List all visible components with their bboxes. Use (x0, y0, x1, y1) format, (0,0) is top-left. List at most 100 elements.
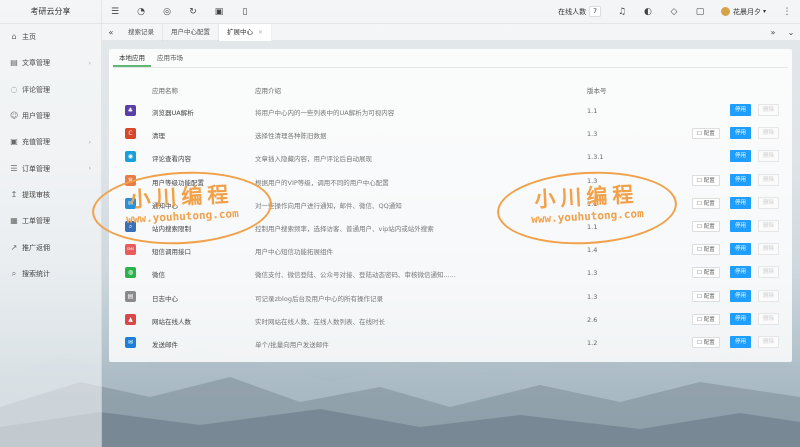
sidebar-item-label: 订单管理 (22, 164, 50, 173)
config-label: 配置 (703, 247, 715, 254)
tab-0[interactable]: 搜索记录 (120, 23, 163, 41)
tab-label: 扩展中心 (227, 27, 253, 36)
menu-toggle-icon[interactable]: ☰ (102, 7, 128, 17)
config-button[interactable]: ☐ 配置 (692, 220, 720, 232)
header-desc: 应用介绍 (255, 87, 281, 95)
tab-2[interactable]: 扩展中心 × (219, 23, 273, 41)
delete-button[interactable]: 删除 (758, 219, 779, 232)
app-version: 1.3 (587, 130, 598, 139)
table-row: C 清理 选择性清理各种陈旧数据 1.3 ☐ 配置 停用 删除 (109, 122, 792, 145)
config-button[interactable]: ☐ 配置 (692, 128, 720, 140)
disable-button[interactable]: 停用 (730, 104, 751, 116)
delete-button[interactable]: 删除 (758, 243, 779, 256)
config-button[interactable]: ☐ 配置 (692, 267, 720, 279)
avatar (720, 7, 730, 16)
app-version: 1.3 (587, 269, 598, 278)
sidebar-item-comment[interactable]: ◌ 评论管理 (0, 77, 101, 103)
tabs-scroll-right-icon[interactable]: » (764, 28, 782, 37)
sidebar-item-promotion[interactable]: ↗ 推广返佣 (0, 234, 101, 260)
delete-button[interactable]: 删除 (758, 150, 779, 163)
header-right: 在线人数 7 ♫ ◐ ◇ ▢ 花晨月夕 ▾ ⋮ (550, 0, 800, 24)
table-header: 应用名称 应用介绍 版本号 (109, 85, 792, 97)
config-button[interactable]: ☐ 配置 (692, 290, 720, 302)
disable-button[interactable]: 停用 (730, 127, 751, 140)
sidebar-item-user[interactable]: ☺ 用户管理 (0, 103, 101, 129)
disable-button[interactable]: 停用 (730, 196, 751, 209)
sidebar-item-ticket[interactable]: ▦ 工单管理 (0, 208, 101, 234)
delete-button[interactable]: 删除 (758, 127, 779, 140)
sidebar-item-label: 推广返佣 (22, 243, 50, 252)
config-label: 配置 (703, 270, 715, 277)
tabs-scroll-left-icon[interactable]: « (102, 28, 120, 37)
app-icon: C (125, 128, 136, 140)
dashboard-icon[interactable]: ◔ (128, 7, 154, 17)
config-icon: ☐ (697, 247, 704, 254)
tab-label: 搜索记录 (128, 27, 154, 36)
tab-1[interactable]: 用户中心配置 (163, 23, 219, 41)
delete-button[interactable]: 删除 (758, 196, 779, 209)
user-menu[interactable]: 花晨月夕 ▾ (713, 7, 774, 17)
brand-title[interactable]: 考研云分享 (0, 0, 101, 24)
bell-icon[interactable]: ♫ (609, 7, 635, 17)
config-button[interactable]: ☐ 配置 (692, 336, 720, 348)
sidebar-item-search-stats[interactable]: ⌕ 搜索统计 (0, 261, 101, 287)
sidebar-item-order[interactable]: ☰ 订单管理 › (0, 155, 101, 181)
tab-bar: « 搜索记录 用户中心配置 扩展中心 × » ⌄ (102, 23, 800, 41)
table-row: ◍ 微信 微信支付、微信登陆、公众号对接、登陆动态密码、审核微信通知...... 1.… (109, 261, 792, 284)
disable-button[interactable]: 停用 (730, 312, 751, 325)
config-button[interactable]: ☐ 配置 (692, 197, 720, 209)
sidebar-menu: ⌂ 主页 ▤ 文章管理 › ◌ 评论管理 ☺ 用户管理 ▣ 充值管理 › ☰ 订单管理 › ↥ 提现审核 ▦ 工单管… (0, 24, 101, 287)
disable-button[interactable]: 停用 (730, 219, 751, 232)
subtab-local-apps[interactable]: 本地应用 (113, 49, 151, 67)
disable-button[interactable]: 停用 (730, 289, 751, 302)
sidebar-item-article[interactable]: ▤ 文章管理 › (0, 50, 101, 76)
lock-icon[interactable]: ▢ (687, 7, 713, 17)
delete-button[interactable]: 删除 (758, 104, 779, 116)
sidebar-item-recharge[interactable]: ▣ 充值管理 › (0, 129, 101, 155)
delete-button[interactable]: 删除 (758, 266, 779, 279)
config-icon: ☐ (697, 339, 704, 346)
online-users-count: 7 (589, 6, 601, 17)
online-users-label: 在线人数 (558, 7, 587, 16)
app-description: 用户中心短信功能拓展组件 (255, 248, 333, 257)
more-icon[interactable]: ⋮ (774, 7, 800, 17)
disable-button[interactable]: 停用 (730, 266, 751, 279)
disable-button[interactable]: 停用 (730, 173, 751, 186)
disable-button[interactable]: 停用 (730, 335, 751, 348)
config-label: 配置 (703, 200, 715, 207)
subtab-app-market[interactable]: 应用市场 (151, 49, 189, 67)
tabs-menu-chevron-icon[interactable]: ⌄ (782, 28, 800, 37)
sidebar-item-label: 提现审核 (22, 190, 50, 199)
disable-button[interactable]: 停用 (730, 150, 751, 163)
refresh-icon[interactable]: ↻ (180, 7, 206, 17)
recharge-icon: ▣ (10, 137, 18, 147)
clear-cache-icon[interactable]: ▣ (206, 7, 232, 17)
chevron-down-icon: ▾ (762, 8, 766, 15)
tag-icon[interactable]: ◇ (661, 7, 687, 17)
sidebar-item-home[interactable]: ⌂ 主页 (0, 24, 101, 50)
close-icon[interactable]: × (258, 24, 263, 41)
config-label: 配置 (703, 177, 715, 184)
tabs: 搜索记录 用户中心配置 扩展中心 × (120, 23, 273, 41)
app-name: 浏览器UA解析 (152, 109, 194, 117)
disable-button[interactable]: 停用 (730, 243, 751, 256)
config-button[interactable]: ☐ 配置 (692, 174, 720, 186)
sidebar-item-withdraw[interactable]: ↥ 提现审核 (0, 182, 101, 208)
config-button[interactable]: ☐ 配置 (692, 244, 720, 256)
theme-icon[interactable]: ◐ (635, 7, 661, 17)
online-users[interactable]: 在线人数 7 (550, 0, 609, 24)
app-version: 1.3.1 (587, 153, 604, 162)
app-version: 1.3 (587, 292, 598, 301)
delete-button[interactable]: 删除 (758, 173, 779, 186)
delete-button[interactable]: 删除 (758, 289, 779, 302)
header-name: 应用名称 (152, 87, 178, 95)
delete-button[interactable]: 删除 (758, 312, 779, 325)
delete-button[interactable]: 删除 (758, 335, 779, 348)
config-icon: ☐ (697, 316, 704, 323)
config-button[interactable]: ☐ 配置 (692, 313, 720, 325)
globe-icon[interactable]: ◎ (154, 7, 180, 17)
document-icon[interactable]: ▯ (232, 7, 258, 17)
app-icon: SMS (125, 244, 136, 256)
header-version: 版本号 (587, 87, 607, 95)
app-version: 1.2 (587, 338, 598, 347)
